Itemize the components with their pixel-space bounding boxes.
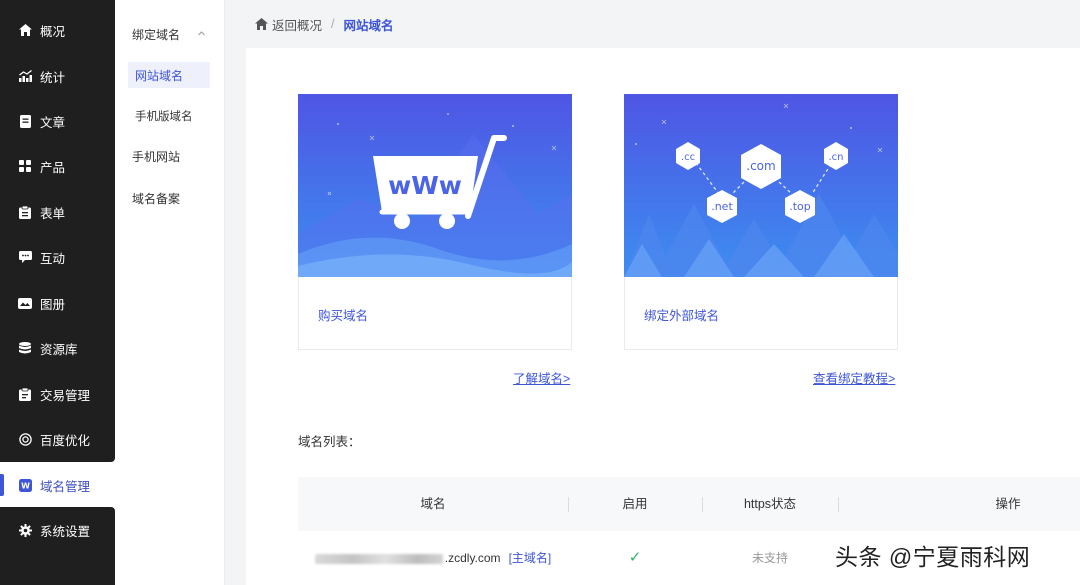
sidebar-item-label: 资源库	[40, 342, 78, 357]
domain-suffix: .zcdly.com	[444, 551, 501, 565]
watermark: 头条 @宁夏雨科网	[835, 544, 1031, 570]
bind-external-domain-label: 绑定外部域名	[644, 309, 720, 323]
sidebar-item-forms[interactable]: 表单	[0, 197, 115, 227]
submenu-item-label: 手机网站	[132, 149, 181, 164]
back-to-overview-link[interactable]: 返回概况	[255, 15, 322, 34]
sidebar-item-stats[interactable]: 统计	[0, 61, 115, 91]
submenu-item-label: 域名备案	[132, 191, 181, 206]
column-header-actions: 操作	[995, 497, 1021, 511]
home-icon	[255, 18, 268, 30]
submenu-group-label: 绑定域名	[132, 27, 181, 42]
chat-icon	[18, 250, 32, 264]
chevron-up-icon	[198, 31, 205, 36]
sidebar-item-seo[interactable]: 百度优化	[0, 424, 115, 454]
sidebar-item-label: 系统设置	[40, 524, 91, 539]
shopping-cart-illustration: wWw	[298, 94, 572, 277]
main-sidebar: 概况 统计 文章 产品 表单 互动 图册 资源库 交易管理 百度优化 W 域名管…	[0, 0, 115, 585]
breadcrumb: 返回概况 / 网站域名	[225, 0, 1080, 48]
sidebar-item-label: 产品	[40, 160, 66, 175]
sidebar-item-label: 文章	[40, 115, 66, 130]
submenu-item-label: 手机版域名	[135, 111, 193, 123]
sidebar-item-label: 图册	[40, 297, 66, 312]
svg-text:W: W	[21, 481, 30, 490]
column-header-domain: 域名	[420, 497, 446, 511]
tld-top: .top	[789, 200, 811, 213]
domain-cell: .zcdly.com [主域名]	[298, 531, 568, 585]
breadcrumb-separator: /	[331, 17, 335, 31]
gear-icon	[18, 523, 32, 537]
column-header-enabled: 启用	[622, 497, 648, 511]
submenu-item-label: 网站域名	[135, 68, 184, 83]
sidebar-item-articles[interactable]: 文章	[0, 106, 115, 136]
sidebar-item-label: 百度优化	[40, 433, 91, 448]
domain-list-title: 域名列表：	[298, 435, 361, 449]
tld-cn: .cn	[828, 152, 843, 163]
submenu-item-site-domain[interactable]: 网站域名	[128, 62, 210, 88]
tld-com: .com	[746, 159, 775, 173]
sidebar-item-resources[interactable]: 资源库	[0, 333, 115, 363]
learn-domain-link[interactable]: 了解域名>	[513, 368, 570, 387]
sidebar-item-overview[interactable]: 概况	[0, 15, 115, 45]
submenu-item-mobile-site[interactable]: 手机网站	[115, 143, 225, 169]
sidebar-item-products[interactable]: 产品	[0, 151, 115, 181]
sidebar-item-interaction[interactable]: 互动	[0, 242, 115, 272]
sidebar-item-label: 统计	[40, 70, 66, 85]
sidebar-item-album[interactable]: 图册	[0, 288, 115, 318]
domain-network-illustration: .cc .com .cn .net .top	[624, 94, 898, 277]
submenu-item-mobile-domain[interactable]: 手机版域名	[115, 103, 225, 129]
redacted-subdomain	[314, 553, 443, 564]
sidebar-item-label: 表单	[40, 206, 66, 221]
enabled-check-icon: ✓	[628, 549, 642, 566]
home-icon	[18, 23, 32, 37]
active-indicator	[0, 474, 4, 496]
breadcrumb-back-label: 返回概况	[272, 18, 323, 33]
buy-domain-label: 购买域名	[318, 309, 369, 323]
sidebar-item-label: 概况	[40, 24, 66, 39]
https-status: 未支持	[751, 551, 788, 565]
seo-icon	[18, 432, 32, 446]
tld-cc: .cc	[681, 152, 695, 163]
sidebar-item-trade[interactable]: 交易管理	[0, 379, 115, 409]
sidebar-item-label: 交易管理	[40, 388, 91, 403]
sidebar-item-settings[interactable]: 系统设置	[0, 515, 115, 545]
domain-icon: W	[18, 478, 32, 492]
breadcrumb-current: 网站域名	[343, 18, 394, 33]
submenu-panel: 绑定域名 网站域名 手机版域名 手机网站 域名备案	[115, 0, 225, 585]
primary-domain-tag[interactable]: [主域名]	[509, 551, 552, 565]
column-header-https: https状态	[743, 497, 797, 511]
sidebar-item-label: 互动	[40, 251, 66, 266]
tld-net: .net	[711, 200, 733, 213]
database-icon	[18, 341, 32, 355]
submenu-item-domain-filing[interactable]: 域名备案	[115, 185, 225, 211]
submenu-group-bind-domain[interactable]: 绑定域名	[115, 21, 225, 47]
buy-domain-card[interactable]: wWw 购买域名	[298, 94, 572, 350]
product-icon	[18, 159, 32, 173]
article-icon	[18, 114, 32, 128]
chart-icon	[18, 69, 32, 83]
form-icon	[18, 205, 32, 219]
binding-tutorial-link[interactable]: 查看绑定教程>	[813, 368, 895, 387]
album-icon	[18, 296, 32, 310]
sidebar-item-domain[interactable]: W 域名管理	[0, 470, 115, 500]
www-text: wWw	[388, 171, 462, 200]
sidebar-item-label: 域名管理	[40, 479, 91, 494]
bind-external-domain-card[interactable]: .cc .com .cn .net .top 绑定外部域名	[624, 94, 898, 350]
main-content: wWw 购买域名 .cc .com .cn .net .top 绑定外部域名 了…	[246, 48, 1080, 585]
domain-table-header: 域名 启用 https状态 操作	[298, 477, 1080, 531]
trade-icon	[18, 387, 32, 401]
